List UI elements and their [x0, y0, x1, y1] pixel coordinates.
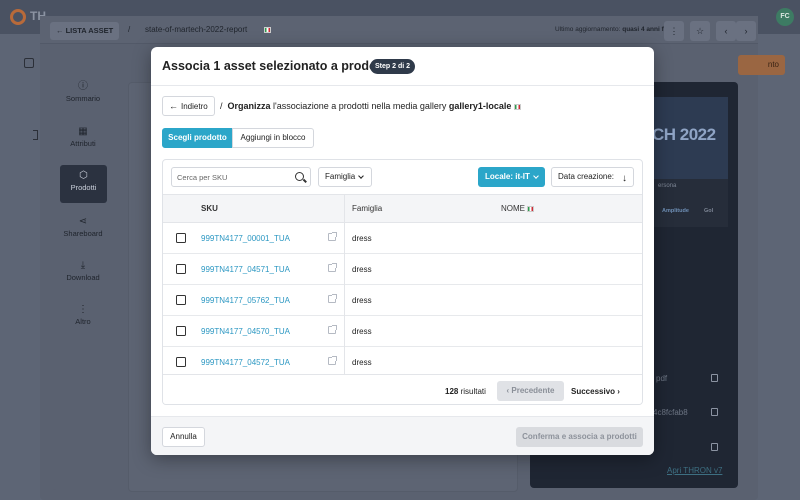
- italy-flag-icon: [513, 103, 521, 110]
- sku-search: [171, 167, 311, 187]
- copy-icon[interactable]: [711, 374, 718, 382]
- chevron-down-icon: [358, 173, 364, 179]
- results-count: 128 risultati: [445, 387, 486, 396]
- bracket-icon: [33, 130, 38, 140]
- famiglia-cell: dress: [352, 327, 372, 336]
- table-row: 999TN4177_00001_TUA dress: [163, 223, 642, 254]
- column-header-nome: NOME: [501, 204, 535, 213]
- logo-icon: [10, 9, 26, 25]
- arrow-down-icon: ↓: [622, 173, 627, 184]
- file-hash: 4c8fcfab8: [653, 408, 688, 417]
- external-link-icon[interactable]: [328, 294, 337, 303]
- table-icon: ▦: [78, 126, 88, 137]
- back-button[interactable]: ← Indietro: [162, 96, 215, 116]
- tab-scegli-prodotto[interactable]: Scegli prodotto: [162, 128, 233, 148]
- search-input[interactable]: [177, 171, 293, 183]
- chevron-down-icon: [533, 173, 539, 179]
- copy-icon[interactable]: [711, 408, 718, 416]
- chevron-right-icon: ›: [617, 387, 620, 396]
- confirm-associate-button[interactable]: Conferma e associa a prodotti: [516, 427, 643, 447]
- modal-footer: Annulla Conferma e associa a prodotti: [151, 416, 654, 455]
- nav-item-download[interactable]: ⤓ Download: [52, 259, 114, 299]
- previous-asset-button[interactable]: ‹: [716, 21, 736, 41]
- external-link-icon[interactable]: [328, 356, 337, 365]
- sku-link[interactable]: 999TN4177_05762_TUA: [201, 296, 290, 305]
- asset-preview-image[interactable]: CH 2022 ersona Amplitude Gol: [652, 97, 728, 227]
- next-page-button[interactable]: Successivo ›: [571, 387, 620, 396]
- famiglia-cell: dress: [352, 234, 372, 243]
- column-header-famiglia: Famiglia: [352, 204, 383, 213]
- locale-select-button[interactable]: Locale: it-IT: [478, 167, 545, 187]
- sku-link[interactable]: 999TN4177_04572_TUA: [201, 358, 290, 367]
- star-icon[interactable]: ☆: [690, 21, 710, 41]
- nav-item-altro[interactable]: ⋮ Altro: [52, 303, 114, 343]
- famiglia-filter-button[interactable]: Famiglia: [318, 167, 372, 187]
- modal-title: Associa 1 asset selezionato a prodotti: [162, 59, 389, 73]
- more-vertical-icon: ⋮: [78, 304, 88, 315]
- sku-link[interactable]: 999TN4177_04571_TUA: [201, 265, 290, 274]
- famiglia-cell: dress: [352, 296, 372, 305]
- nav-item-attributi[interactable]: ▦ Attributi: [52, 125, 114, 165]
- row-checkbox[interactable]: [176, 233, 186, 243]
- nav-item-sommario[interactable]: ⓘ Sommario: [52, 80, 114, 120]
- info-icon: ⓘ: [78, 81, 88, 92]
- famiglia-cell: dress: [352, 265, 372, 274]
- breadcrumb-separator: /: [128, 25, 131, 34]
- sort-button[interactable]: Data creazione: ↓: [551, 167, 634, 187]
- nav-item-shareboard[interactable]: ⋖ Shareboard: [52, 215, 114, 255]
- file-extension: pdf: [656, 374, 668, 383]
- table-row: 999TN4177_05762_TUA dress: [163, 285, 642, 316]
- column-header-sku: SKU: [201, 204, 218, 213]
- modal-header: Associa 1 asset selezionato a prodotti S…: [151, 47, 654, 86]
- table-row: 999TN4177_04570_TUA dress: [163, 316, 642, 347]
- italy-flag-icon: [527, 205, 535, 212]
- products-card: Famiglia Locale: it-IT Data creazione:↓ …: [162, 159, 643, 405]
- table-row: 999TN4177_04571_TUA dress: [163, 254, 642, 285]
- avatar[interactable]: FC: [776, 8, 794, 26]
- sku-link[interactable]: 999TN4177_04570_TUA: [201, 327, 290, 336]
- cancel-button[interactable]: Annulla: [162, 427, 205, 447]
- pagination: 128 risultati ‹ Precedente Successivo ›: [163, 374, 642, 404]
- external-link-icon[interactable]: [711, 443, 718, 451]
- orange-action-button[interactable]: nto: [738, 55, 785, 75]
- organize-description: / Organizza l'associazione a prodotti nel…: [220, 101, 521, 111]
- step-badge: Step 2 di 2: [370, 59, 416, 74]
- download-icon: ⤓: [80, 260, 86, 271]
- external-link-icon[interactable]: [328, 325, 337, 334]
- more-vertical-icon[interactable]: ⋮: [664, 21, 684, 41]
- chevron-left-icon: ‹: [506, 386, 510, 395]
- table-header: SKU Famiglia NOME: [163, 194, 642, 223]
- search-icon[interactable]: [295, 172, 304, 181]
- famiglia-cell: dress: [352, 358, 372, 367]
- gallery-name: gallery1-locale: [448, 101, 512, 111]
- external-link-icon[interactable]: [328, 232, 337, 241]
- italy-flag-icon: [264, 27, 271, 33]
- next-asset-button[interactable]: ›: [736, 21, 756, 41]
- nav-item-prodotti[interactable]: ⬡ Prodotti: [60, 165, 107, 203]
- back-to-asset-list-button[interactable]: ← LISTA ASSET: [50, 22, 120, 40]
- row-checkbox[interactable]: [176, 326, 186, 336]
- box-icon: ⬡: [79, 170, 88, 181]
- sidebar-toggle-icon[interactable]: [24, 58, 34, 68]
- row-checkbox[interactable]: [176, 264, 186, 274]
- row-checkbox[interactable]: [176, 295, 186, 305]
- last-update: Ultimo aggiornamento: quasi 4 anni fa: [555, 26, 668, 33]
- open-thron-link[interactable]: Apri THRON v7: [667, 466, 722, 475]
- sku-link[interactable]: 999TN4177_00001_TUA: [201, 234, 290, 243]
- associate-products-modal: Associa 1 asset selezionato a prodotti S…: [151, 47, 654, 455]
- arrow-left-icon: ←: [169, 101, 178, 111]
- share-icon: ⋖: [78, 216, 88, 227]
- tab-aggiungi-in-blocco[interactable]: Aggiungi in blocco: [232, 128, 314, 148]
- asset-name: state-of-martech-2022-report: [145, 25, 248, 34]
- row-checkbox[interactable]: [176, 357, 186, 367]
- previous-page-button[interactable]: ‹ Precedente: [497, 381, 564, 401]
- external-link-icon[interactable]: [328, 263, 337, 272]
